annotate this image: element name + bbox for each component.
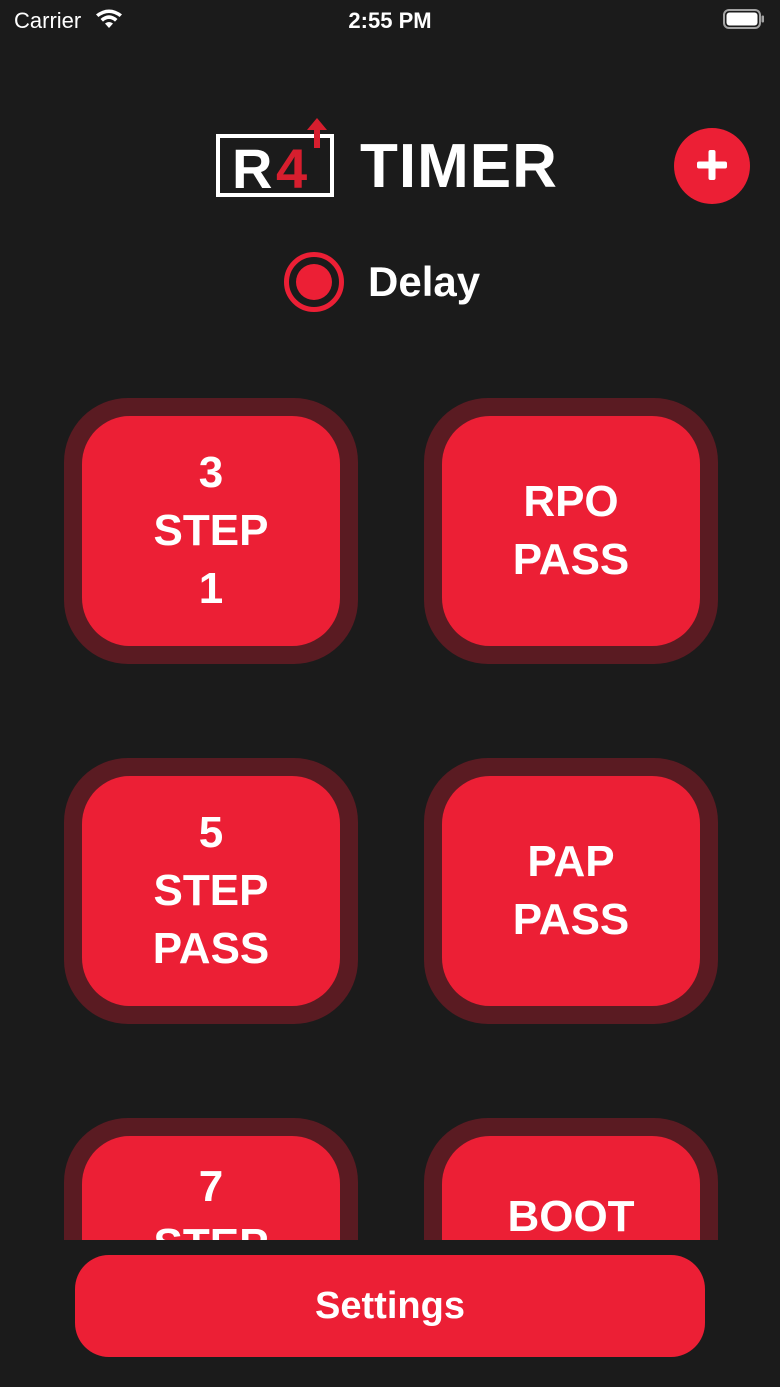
tile-line: 7 — [198, 1162, 224, 1211]
status-bar: Carrier 2:55 PM — [0, 0, 780, 44]
tile-rpo-pass[interactable]: RPO PASS — [424, 398, 718, 664]
tile-button[interactable]: 5 STEP PASS — [82, 776, 340, 1006]
plus-icon — [696, 149, 728, 184]
arrow-up-icon — [306, 118, 328, 153]
tile-pap-pass[interactable]: PAP PASS — [424, 758, 718, 1024]
app-logo: R 4 TIMER — [216, 118, 576, 204]
clock: 2:55 PM — [348, 8, 432, 33]
logo-mark-r: R — [232, 137, 272, 200]
tile-line: BOOT — [507, 1192, 635, 1240]
delay-toggle[interactable]: Delay — [284, 252, 480, 312]
tile-line: STEP — [153, 866, 269, 915]
tile-button[interactable]: 7 STEP — [82, 1136, 340, 1240]
tile-button[interactable]: BOOT — [442, 1136, 700, 1240]
timer-grid[interactable]: 3 STEP 1 RPO PASS 5 STEP PASS PAP PASS 7… — [0, 380, 780, 1240]
logo-text: TIMER — [360, 132, 558, 201]
delay-label: Delay — [368, 258, 481, 305]
tile-line: PASS — [152, 924, 270, 973]
tile-line: PASS — [512, 895, 630, 944]
tile-boot[interactable]: BOOT — [424, 1118, 718, 1240]
delay-radio-selected-dot — [296, 264, 332, 300]
tile-line: 5 — [198, 808, 224, 857]
tile-line: STEP — [154, 1216, 269, 1240]
delay-radio-button[interactable] — [284, 252, 344, 312]
tile-5-step-pass[interactable]: 5 STEP PASS — [64, 758, 358, 1024]
tile-button[interactable]: 3 STEP 1 — [82, 416, 340, 646]
tile-line: 1 — [198, 564, 224, 613]
tile-line: RPO — [523, 477, 619, 526]
add-button[interactable] — [674, 128, 750, 204]
tile-line: STEP — [153, 506, 269, 555]
tile-line: 3 — [198, 448, 224, 497]
tile-line: PASS — [512, 535, 630, 584]
settings-button[interactable]: Settings — [75, 1255, 705, 1357]
tile-line: PAP — [527, 837, 615, 886]
tile-7-step[interactable]: 7 STEP — [64, 1118, 358, 1240]
battery-icon — [723, 9, 764, 29]
tile-button[interactable]: RPO PASS — [442, 416, 700, 646]
tile-3-step-1[interactable]: 3 STEP 1 — [64, 398, 358, 664]
logo-mark-4: 4 — [276, 137, 308, 200]
tile-button[interactable]: PAP PASS — [442, 776, 700, 1006]
